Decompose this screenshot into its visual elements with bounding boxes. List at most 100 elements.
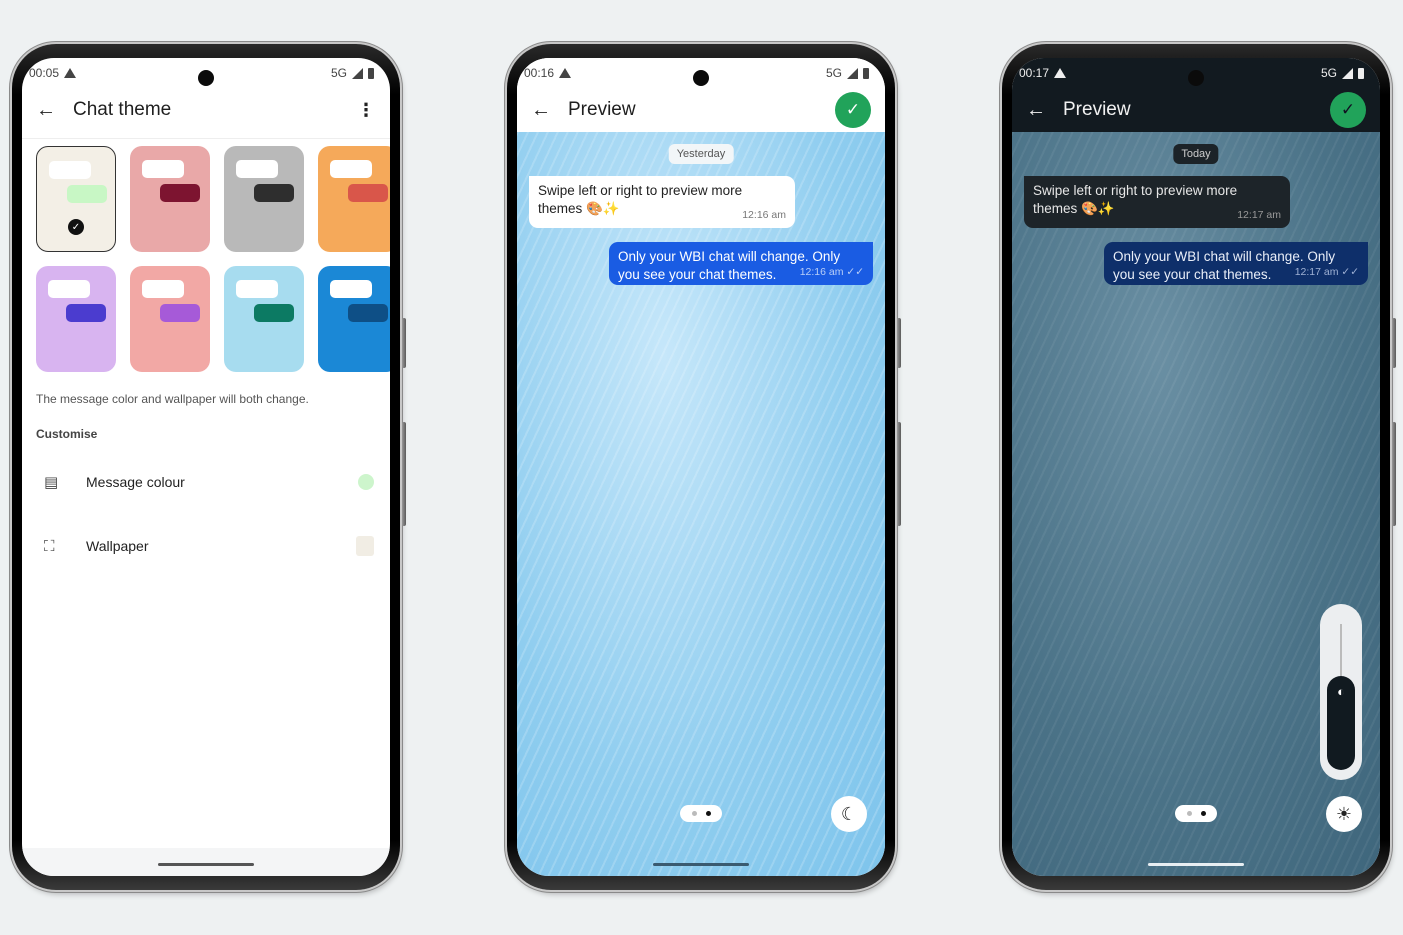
power-button xyxy=(402,422,406,526)
incoming-bubble-preview xyxy=(330,280,372,298)
home-handle[interactable] xyxy=(158,863,254,866)
page-title: Preview xyxy=(568,99,636,120)
phone-preview-dark: 00:17 5G ← Preview ✓ Today Swipe left or… xyxy=(1002,44,1396,890)
page-dot xyxy=(691,811,697,816)
message-text: Swipe left or right to preview more them… xyxy=(1033,183,1238,216)
contrast-icon: ◐ xyxy=(1337,684,1345,699)
selected-check-icon: ✓ xyxy=(68,219,84,235)
battery-icon xyxy=(1358,67,1364,79)
incoming-message: Swipe left or right to preview more them… xyxy=(529,176,795,228)
alert-icon xyxy=(64,68,77,78)
theme-option-rose-plant[interactable] xyxy=(130,146,210,252)
theme-option-pink-flower[interactable] xyxy=(130,266,210,372)
wallpaper-icon: ⛶ xyxy=(44,537,55,555)
outgoing-message: Only your WBI chat will change. Only you… xyxy=(1104,242,1368,285)
page-title: Chat theme xyxy=(73,99,172,120)
wallpaper-row[interactable]: ⛶ Wallpaper xyxy=(22,522,390,570)
page-dot-active xyxy=(1200,811,1206,816)
home-handle[interactable] xyxy=(1148,863,1244,866)
network-label: 5G xyxy=(330,66,347,80)
volume-button xyxy=(897,318,901,368)
date-chip: Today xyxy=(1173,144,1219,164)
theme-option-beach[interactable] xyxy=(224,266,304,372)
nav-bar xyxy=(22,848,390,876)
incoming-bubble-preview xyxy=(49,161,91,179)
message-time: 12:17 am ✓✓ xyxy=(1294,266,1359,278)
outgoing-bubble-preview xyxy=(160,184,200,202)
page-indicator[interactable] xyxy=(1175,805,1217,822)
date-chip: Yesterday xyxy=(668,144,734,164)
back-arrow-icon[interactable]: ← xyxy=(1026,99,1056,122)
app-bar: ← Preview ✓ xyxy=(517,88,885,132)
theme-option-silver[interactable] xyxy=(224,146,304,252)
message-icon: ▤ xyxy=(44,474,59,491)
row-label: Message colour xyxy=(86,474,185,490)
front-camera xyxy=(198,70,214,86)
volume-button xyxy=(1392,318,1396,368)
theme-grid: ✓ xyxy=(36,146,390,372)
wallpaper-dimming-slider[interactable]: ◐ xyxy=(1320,604,1362,780)
power-button xyxy=(1392,422,1396,526)
phone-chat-theme: 00:05 5G ← Chat theme ⋮ ✓ The message co… xyxy=(12,44,406,890)
light-mode-sun-icon[interactable]: ☀ xyxy=(1326,796,1362,832)
battery-icon xyxy=(863,67,869,79)
outgoing-bubble-preview xyxy=(66,304,106,322)
signal-icon xyxy=(1342,67,1353,79)
incoming-bubble-preview xyxy=(142,280,184,298)
back-arrow-icon[interactable]: ← xyxy=(36,99,66,122)
confirm-check-button[interactable]: ✓ xyxy=(835,92,871,128)
confirm-check-button[interactable]: ✓ xyxy=(1330,92,1366,128)
outgoing-bubble-preview xyxy=(254,184,294,202)
phone-preview-light: 00:16 5G ← Preview ✓ Yesterday Swipe lef… xyxy=(507,44,901,890)
status-time: 00:17 xyxy=(1019,66,1050,80)
outgoing-bubble-preview xyxy=(348,304,388,322)
dark-mode-moon-icon[interactable]: ☾ xyxy=(831,796,867,832)
more-options-icon[interactable]: ⋮ xyxy=(356,100,376,121)
app-bar: ← Chat theme ⋮ xyxy=(22,88,390,132)
theme-option-orange[interactable] xyxy=(318,146,390,252)
message-time: 12:17 am xyxy=(1237,209,1281,221)
page-title: Preview xyxy=(1063,99,1131,120)
outgoing-bubble-preview xyxy=(254,304,294,322)
theme-option-lavender[interactable] xyxy=(36,266,116,372)
alert-icon xyxy=(1054,68,1067,78)
row-label: Wallpaper xyxy=(86,538,149,554)
message-time: 12:16 am ✓✓ xyxy=(799,266,864,278)
message-time: 12:16 am xyxy=(742,209,786,221)
theme-option-blue-lines[interactable] xyxy=(318,266,390,372)
incoming-bubble-preview xyxy=(330,160,372,178)
divider xyxy=(22,138,390,139)
outgoing-bubble-preview xyxy=(348,184,388,202)
page-dot-active xyxy=(705,811,711,816)
incoming-message: Swipe left or right to preview more them… xyxy=(1024,176,1290,228)
page-dot xyxy=(1186,811,1192,816)
section-title: Customise xyxy=(36,427,98,441)
signal-icon xyxy=(352,67,363,79)
front-camera xyxy=(1188,70,1204,86)
back-arrow-icon[interactable]: ← xyxy=(531,99,561,122)
nav-bar xyxy=(1012,848,1380,876)
outgoing-bubble-preview xyxy=(160,304,200,322)
hint-text: The message color and wallpaper will bot… xyxy=(36,392,309,406)
message-colour-row[interactable]: ▤ Message colour xyxy=(22,458,390,506)
message-text: Swipe left or right to preview more them… xyxy=(538,183,743,216)
page-indicator[interactable] xyxy=(680,805,722,822)
network-label: 5G xyxy=(1320,66,1337,80)
network-label: 5G xyxy=(825,66,842,80)
home-handle[interactable] xyxy=(653,863,749,866)
colour-swatch xyxy=(358,474,374,490)
wallpaper-swatch xyxy=(356,536,374,556)
battery-icon xyxy=(368,67,374,79)
alert-icon xyxy=(559,68,572,78)
slider-track xyxy=(1340,624,1342,676)
outgoing-message: Only your WBI chat will change. Only you… xyxy=(609,242,873,285)
front-camera xyxy=(693,70,709,86)
screen-preview-light: 00:16 5G ← Preview ✓ Yesterday Swipe lef… xyxy=(517,58,885,876)
app-bar: ← Preview ✓ xyxy=(1012,88,1380,132)
screen-preview-dark: 00:17 5G ← Preview ✓ Today Swipe left or… xyxy=(1012,58,1380,876)
incoming-bubble-preview xyxy=(236,160,278,178)
theme-option-beige[interactable]: ✓ xyxy=(36,146,116,252)
power-button xyxy=(897,422,901,526)
nav-bar xyxy=(517,848,885,876)
slider-fill[interactable]: ◐ xyxy=(1327,676,1355,770)
